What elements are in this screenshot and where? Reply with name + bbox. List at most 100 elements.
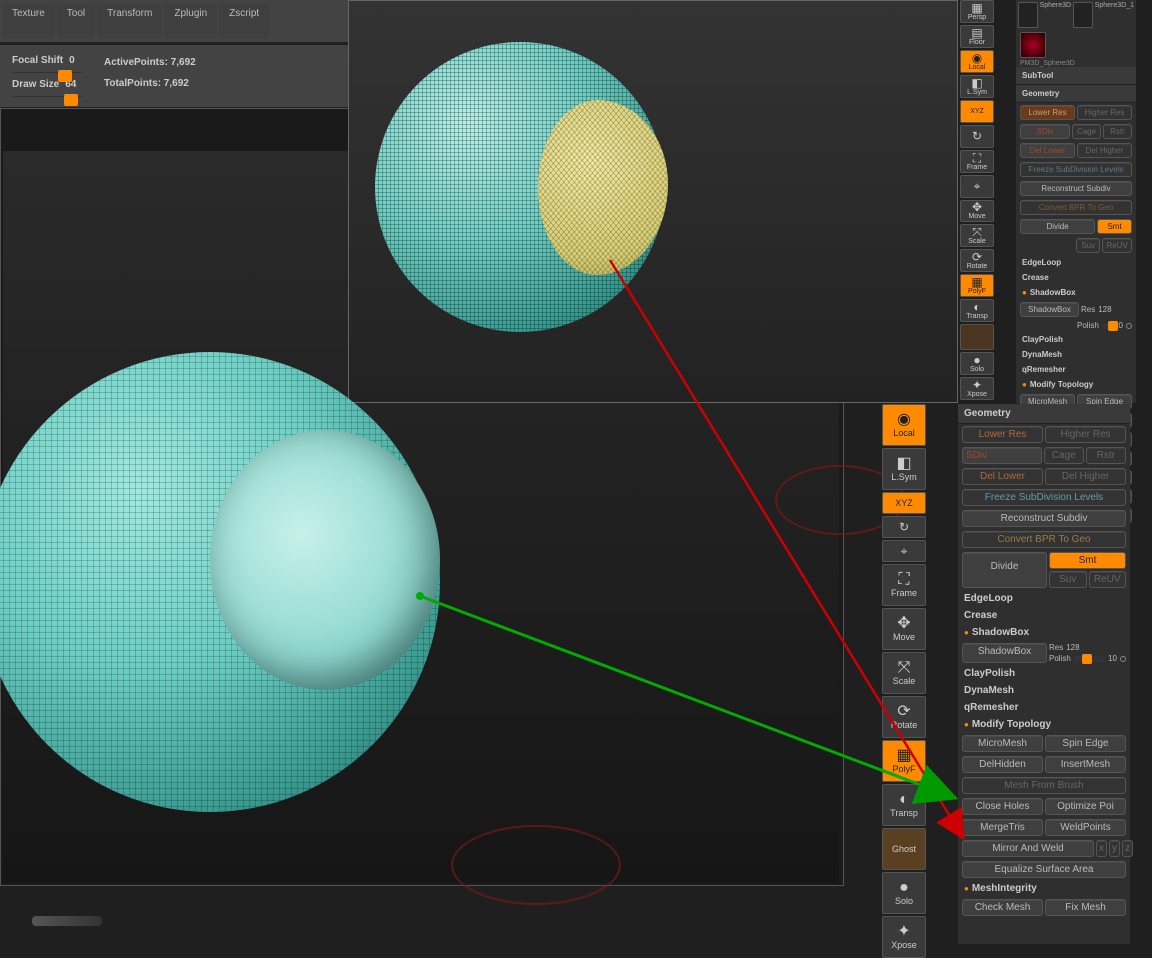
ghost-button[interactable] <box>960 324 994 350</box>
solo-button[interactable]: ●Solo <box>960 352 994 375</box>
meshintegrity-section[interactable]: MeshIntegrity <box>958 880 1130 897</box>
reconstruct-button[interactable]: Reconstruct Subdiv <box>1020 181 1132 196</box>
xpose-button[interactable]: ✦Xpose <box>882 916 926 958</box>
persp-button[interactable]: ▦Persp <box>960 0 994 23</box>
spin-edge-button[interactable]: Spin Edge <box>1045 735 1126 752</box>
polyf-button[interactable]: ▦PolyF <box>960 274 994 297</box>
menu-tool[interactable]: Tool <box>57 4 95 38</box>
claypolish-section[interactable]: ClayPolish <box>1016 332 1136 347</box>
fix-mesh-button[interactable]: Fix Mesh <box>1045 899 1126 916</box>
frame-button[interactable]: ⛶Frame <box>960 150 994 173</box>
target-button[interactable]: ⌖ <box>960 175 994 198</box>
equalize-button[interactable]: Equalize Surface Area <box>962 861 1126 878</box>
mesh-from-brush-button[interactable]: Mesh From Brush <box>962 777 1126 794</box>
bottom-scrollbar[interactable] <box>32 916 102 926</box>
reconstruct-button[interactable]: Reconstruct Subdiv <box>962 510 1126 527</box>
sdiv-slider[interactable]: SDiv <box>1020 124 1070 139</box>
orbit-button[interactable]: ↻ <box>882 516 926 538</box>
shadowbox-button[interactable]: ShadowBox <box>962 643 1047 663</box>
menu-zscript[interactable]: Zscript <box>219 4 269 38</box>
weldpoints-button[interactable]: WeldPoints <box>1045 819 1126 836</box>
suv-button[interactable]: Suv <box>1076 238 1100 253</box>
del-lower-button[interactable]: Del Lower <box>962 468 1043 485</box>
sdiv-slider[interactable]: SDiv <box>962 447 1042 464</box>
cage-button[interactable]: Cage <box>1072 124 1101 139</box>
orbit-button[interactable]: ↻ <box>960 125 994 148</box>
divide-button[interactable]: Divide <box>1020 219 1095 234</box>
delhidden-button[interactable]: DelHidden <box>962 756 1043 773</box>
menu-transform[interactable]: Transform <box>97 4 162 38</box>
crease-section[interactable]: Crease <box>1016 270 1136 285</box>
convert-bpr-button[interactable]: Convert BPR To Geo <box>962 531 1126 548</box>
convert-bpr-button[interactable]: Convert BPR To Geo <box>1020 200 1132 215</box>
menu-zplugin[interactable]: Zplugin <box>164 4 217 38</box>
frame-button[interactable]: ⛶Frame <box>882 564 926 606</box>
xyz-button[interactable]: XYZ <box>960 100 994 123</box>
subtool-b[interactable]: Sphere3D_1 <box>1095 2 1134 28</box>
draw-size-slider[interactable] <box>12 96 82 97</box>
transp-button[interactable]: ◐Transp <box>960 299 994 322</box>
geometry-header[interactable]: Geometry <box>1016 85 1136 103</box>
dynamesh-section[interactable]: DynaMesh <box>958 682 1130 699</box>
freeze-subdiv-button[interactable]: Freeze SubDivision Levels <box>962 489 1126 506</box>
solo-button[interactable]: ●Solo <box>882 872 926 914</box>
lsym-button[interactable]: ◧L.Sym <box>882 448 926 490</box>
move-button[interactable]: ✥Move <box>882 608 926 650</box>
ghost-button[interactable]: Ghost <box>882 828 926 870</box>
shadowbox-button[interactable]: ShadowBox <box>1020 302 1079 317</box>
local-button[interactable]: ◉Local <box>960 50 994 73</box>
del-higher-button[interactable]: Del Higher <box>1077 143 1132 158</box>
modify-topology-section[interactable]: Modify Topology <box>1016 377 1136 392</box>
rstr-button[interactable]: Rstr <box>1086 447 1126 464</box>
higher-res-button[interactable]: Higher Res <box>1045 426 1126 443</box>
qremesher-section[interactable]: qRemesher <box>1016 362 1136 377</box>
local-button[interactable]: ◉Local <box>882 404 926 446</box>
shadowbox-section[interactable]: ShadowBox <box>958 624 1130 641</box>
higher-res-button[interactable]: Higher Res <box>1077 105 1132 120</box>
xpose-button[interactable]: ✦Xpose <box>960 377 994 400</box>
subtool-thumb-a[interactable] <box>1018 2 1038 28</box>
edgeloop-section[interactable]: EdgeLoop <box>958 590 1130 607</box>
optimize-button[interactable]: Optimize Poi <box>1045 798 1126 815</box>
focal-shift-slider[interactable] <box>12 72 82 73</box>
lower-res-button[interactable]: Lower Res <box>1020 105 1075 120</box>
reuv-button[interactable]: ReUV <box>1089 571 1127 588</box>
geometry-header[interactable]: Geometry <box>958 404 1130 424</box>
smt-button[interactable]: Smt <box>1049 552 1126 569</box>
mergetris-button[interactable]: MergeTris <box>962 819 1043 836</box>
mirror-weld-button[interactable]: Mirror And Weld <box>962 840 1094 857</box>
rotate-button[interactable]: ⟳Rotate <box>882 696 926 738</box>
rstr-button[interactable]: Rstr <box>1103 124 1132 139</box>
close-holes-button[interactable]: Close Holes <box>962 798 1043 815</box>
subtool-a[interactable]: Sphere3D <box>1040 2 1072 28</box>
move-button[interactable]: ✥Move <box>960 200 994 223</box>
reuv-button[interactable]: ReUV <box>1102 238 1132 253</box>
lsym-button[interactable]: ◧L.Sym <box>960 75 994 98</box>
floor-button[interactable]: ▤Floor <box>960 25 994 48</box>
smt-button[interactable]: Smt <box>1097 219 1132 234</box>
rotate-button[interactable]: ⟳Rotate <box>960 249 994 272</box>
micromesh-button[interactable]: MicroMesh <box>962 735 1043 752</box>
xyz-button[interactable]: XYZ <box>882 492 926 514</box>
insertmesh-button[interactable]: InsertMesh <box>1045 756 1126 773</box>
claypolish-section[interactable]: ClayPolish <box>958 665 1130 682</box>
shadowbox-section[interactable]: ShadowBox <box>1016 285 1136 300</box>
crease-section[interactable]: Crease <box>958 607 1130 624</box>
target-button[interactable]: ⌖ <box>882 540 926 562</box>
modify-topology-section[interactable]: Modify Topology <box>958 716 1130 733</box>
del-higher-button[interactable]: Del Higher <box>1045 468 1126 485</box>
cage-button[interactable]: Cage <box>1044 447 1084 464</box>
edgeloop-section[interactable]: EdgeLoop <box>1016 255 1136 270</box>
del-lower-button[interactable]: Del Lower <box>1020 143 1075 158</box>
suv-button[interactable]: Suv <box>1049 571 1087 588</box>
dynamesh-section[interactable]: DynaMesh <box>1016 347 1136 362</box>
qremesher-section[interactable]: qRemesher <box>958 699 1130 716</box>
divide-button[interactable]: Divide <box>962 552 1047 588</box>
subtool-header[interactable]: SubTool <box>1016 67 1136 85</box>
lower-res-button[interactable]: Lower Res <box>962 426 1043 443</box>
freeze-subdiv-button[interactable]: Freeze SubDivision Levels <box>1020 162 1132 177</box>
subtool-thumb-b[interactable] <box>1073 2 1093 28</box>
transp-button[interactable]: ◐Transp <box>882 784 926 826</box>
polyf-button[interactable]: ▦PolyF <box>882 740 926 782</box>
scale-button[interactable]: ⤧Scale <box>960 224 994 247</box>
